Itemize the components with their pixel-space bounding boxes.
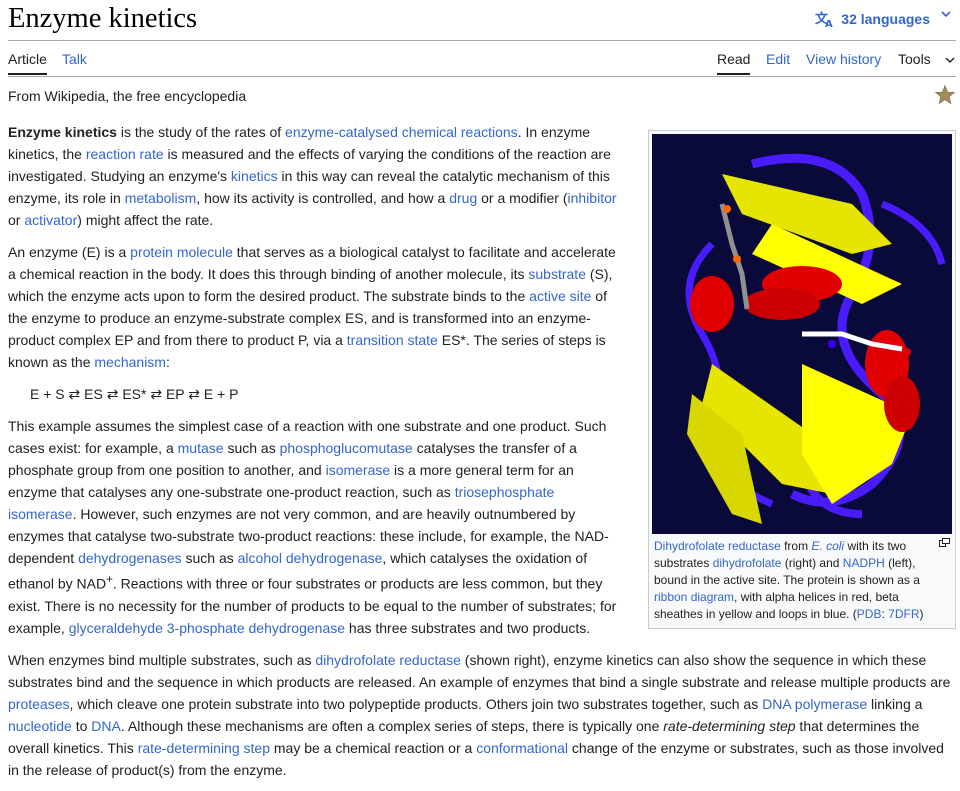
- tools-chevron-down-icon[interactable]: [944, 54, 956, 66]
- tab-tools[interactable]: Tools: [898, 51, 931, 67]
- bold-term: Enzyme kinetics: [8, 124, 117, 140]
- tab-talk[interactable]: Talk: [62, 51, 87, 67]
- caption-text: from: [780, 539, 812, 553]
- article-link[interactable]: drug: [449, 190, 477, 206]
- page-title: Enzyme kinetics: [8, 3, 198, 34]
- tab-view-history[interactable]: View history: [806, 51, 881, 67]
- text-run: When enzymes bind multiple substrates, s…: [8, 651, 316, 668]
- article-link[interactable]: conformational: [476, 740, 568, 756]
- protein-ribbon-image[interactable]: [652, 134, 952, 534]
- text-run: , which cleave one protein substrate int…: [69, 695, 763, 712]
- text-run: may be a chemical reaction or a: [269, 739, 477, 756]
- article-link[interactable]: dehydrogenases: [78, 550, 182, 566]
- page-header: Enzyme kinetics 文 A 32 languages: [8, 0, 956, 41]
- caption-link[interactable]: ribbon diagram: [654, 590, 734, 604]
- page-tabs: Article Talk Read Edit View history Tool…: [8, 40, 956, 77]
- article-link[interactable]: activator: [24, 212, 77, 228]
- article-link[interactable]: inhibitor: [568, 190, 617, 206]
- text-run: . Although these mechanisms are often a …: [120, 717, 664, 734]
- text-run: to: [71, 717, 92, 734]
- tab-read[interactable]: Read: [717, 51, 751, 75]
- text-run: ) might affect the rate.: [77, 212, 214, 228]
- svg-text:A: A: [825, 19, 833, 28]
- tab-edit[interactable]: Edit: [766, 51, 790, 67]
- watchlist-star-icon[interactable]: [934, 84, 956, 106]
- text-run: , how its activity is controlled, and ho…: [196, 190, 450, 206]
- languages-button[interactable]: 文 A 32 languages: [815, 10, 930, 28]
- text-run: linking a: [867, 695, 923, 712]
- article-link[interactable]: dihydrofolate reductase: [315, 652, 461, 668]
- text-run: or a modifier (: [477, 190, 568, 206]
- italic-term: rate-determining step: [663, 717, 796, 734]
- article-link[interactable]: mutase: [178, 440, 224, 456]
- caption-link[interactable]: E. coli: [811, 539, 844, 553]
- article-link[interactable]: nucleotide: [8, 718, 72, 734]
- image-caption: Dihydrofolate reductase from E. coli wit…: [652, 534, 952, 625]
- text-run: such as: [223, 440, 280, 456]
- text-run: :: [165, 354, 170, 370]
- tab-article[interactable]: Article: [8, 51, 47, 75]
- article-body: Dihydrofolate reductase from E. coli wit…: [8, 121, 956, 791]
- caption-link[interactable]: 7DFR: [888, 607, 919, 621]
- caption-italic: E. coli: [811, 539, 845, 553]
- image-thumbnail: Dihydrofolate reductase from E. coli wit…: [648, 130, 956, 629]
- article-link[interactable]: transition state: [347, 332, 438, 348]
- article-link[interactable]: metabolism: [125, 190, 197, 206]
- article-link[interactable]: isomerase: [326, 462, 391, 478]
- caption-link[interactable]: dihydrofolate: [713, 556, 782, 570]
- article-link[interactable]: DNA: [91, 718, 121, 734]
- text-run: has three substrates and two products.: [345, 619, 591, 636]
- article-link[interactable]: mechanism: [94, 354, 166, 370]
- article-link[interactable]: kinetics: [231, 168, 278, 184]
- enlarge-icon[interactable]: [939, 538, 950, 547]
- caption-link[interactable]: NADPH: [843, 556, 885, 570]
- caption-text: ): [919, 607, 924, 621]
- site-tagline: From Wikipedia, the free encyclopedia: [8, 88, 247, 104]
- article-link[interactable]: rate-determining step: [138, 740, 270, 756]
- text-run: is the study of the rates of: [116, 124, 286, 140]
- article-link[interactable]: alcohol dehydrogenase: [238, 550, 383, 566]
- article-link[interactable]: proteases: [8, 696, 69, 712]
- caption-text: (right) and: [781, 556, 843, 570]
- article-link[interactable]: active site: [529, 288, 591, 304]
- article-link[interactable]: reaction rate: [86, 146, 164, 162]
- paragraph-multiple-substrates: When enzymes bind multiple substrates, s…: [8, 649, 956, 781]
- caption-link[interactable]: Dihydrofolate reductase: [654, 539, 781, 553]
- text-run: or: [8, 212, 25, 228]
- article-link[interactable]: protein molecule: [130, 244, 233, 260]
- superscript: +: [106, 573, 113, 586]
- text-run: such as: [181, 550, 238, 566]
- article-link[interactable]: glyceraldehyde 3-phosphate dehydrogenase: [69, 620, 345, 636]
- article-link[interactable]: DNA polymerase: [762, 696, 867, 712]
- text-run: An enzyme (E) is a: [8, 244, 131, 260]
- languages-label: 32 languages: [841, 11, 930, 27]
- chevron-down-icon[interactable]: [940, 8, 952, 20]
- caption-link[interactable]: PDB: [857, 607, 882, 621]
- article-link[interactable]: substrate: [528, 266, 586, 282]
- translate-icon: 文 A: [815, 11, 833, 28]
- article-link[interactable]: phosphoglucomutase: [280, 440, 413, 456]
- article-link[interactable]: enzyme-catalysed chemical reactions: [285, 124, 518, 140]
